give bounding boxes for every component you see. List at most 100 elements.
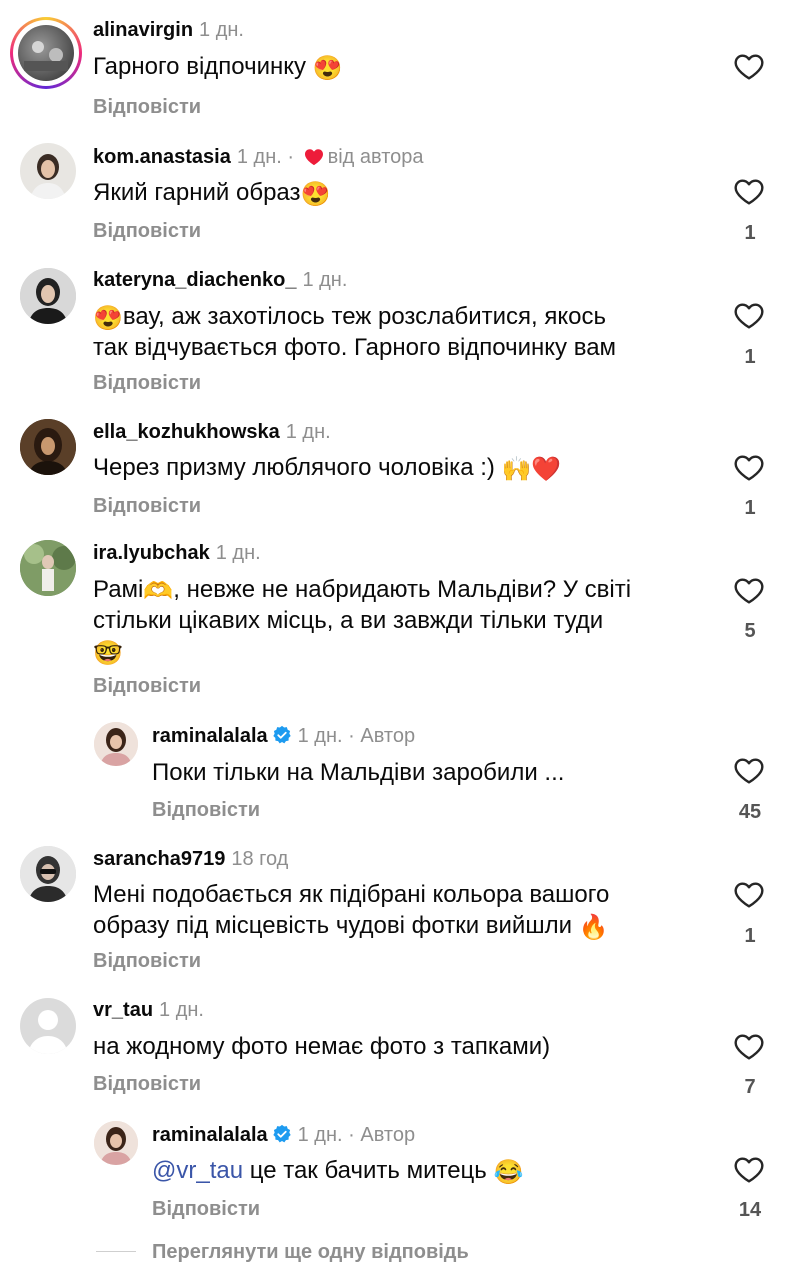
separator-dot: · xyxy=(287,146,295,168)
like-heart-icon[interactable] xyxy=(733,1154,765,1186)
avatar-photo-icon xyxy=(20,540,76,596)
avatar[interactable] xyxy=(20,998,76,1054)
reply-button[interactable]: Відповісти xyxy=(93,372,201,395)
default-avatar-icon xyxy=(20,998,76,1054)
emoji: 🙌❤️ xyxy=(501,456,562,483)
verified-badge-icon xyxy=(272,1124,291,1143)
comment-body-line-2: образу під місцевість чудові фотки вийшл… xyxy=(93,912,579,939)
comment-text: Через призму люблячого чоловіка :) 🙌❤️ xyxy=(93,452,561,483)
comment-meta: alinavirgin 1 дн. xyxy=(93,19,244,42)
like-heart-icon[interactable] xyxy=(733,1031,765,1063)
like-heart-icon[interactable] xyxy=(733,575,765,607)
like-heart-icon[interactable] xyxy=(733,755,765,787)
emoji: 🤓 xyxy=(93,640,123,667)
comment-body: Гарного відпочинку xyxy=(93,53,307,80)
timestamp: 1 дн. xyxy=(302,269,348,291)
reply-button[interactable]: Відповісти xyxy=(93,1073,201,1096)
timestamp: 1 дн. xyxy=(159,999,204,1021)
comment-text: Мені подобається як підібрані кольора ва… xyxy=(93,879,609,941)
avatar-photo-icon xyxy=(94,1121,138,1165)
like-count[interactable]: 14 xyxy=(730,1199,770,1222)
comment-body: Через призму люблячого чоловіка :) xyxy=(93,454,502,481)
timestamp: 1 дн. xyxy=(297,725,343,747)
username[interactable]: ella_kozhukhowska xyxy=(93,421,280,443)
liked-by-author-label: від автора xyxy=(327,146,424,168)
avatar[interactable] xyxy=(20,143,76,199)
emoji: 😍 xyxy=(300,181,331,208)
avatar[interactable] xyxy=(20,268,76,324)
separator-dot: · xyxy=(348,1124,355,1146)
emoji: 😂 xyxy=(493,1159,524,1186)
username[interactable]: raminalalala xyxy=(152,1124,268,1146)
like-heart-icon[interactable] xyxy=(733,300,765,332)
avatar-photo-icon xyxy=(94,722,138,766)
avatar-photo-icon xyxy=(24,41,68,71)
comment-body-line-1: , невже не набридають Мальдіви? У світі xyxy=(173,576,632,603)
liked-by-author-heart-icon xyxy=(304,149,323,166)
avatar-photo-icon xyxy=(20,846,76,902)
comment-meta: kom.anastasia 1 дн. · від автора xyxy=(93,146,424,169)
emoji: 😍 xyxy=(312,55,343,82)
reply-button[interactable]: Відповісти xyxy=(93,96,201,119)
reply-button[interactable]: Відповісти xyxy=(93,950,201,973)
comment-text: Гарного відпочинку 😍 xyxy=(93,51,343,82)
avatar[interactable] xyxy=(94,1121,138,1165)
like-count[interactable]: 1 xyxy=(730,222,770,245)
comment-body-line-1: вау, аж захотілось теж розслабитися, яко… xyxy=(122,303,607,330)
comment-meta: ira.lyubchak 1 дн. xyxy=(93,542,261,565)
username[interactable]: kateryna_diachenko_ xyxy=(93,269,296,291)
comment-text: на жодному фото немає фото з тапками) xyxy=(93,1033,551,1060)
separator-dot: · xyxy=(348,725,355,747)
author-label: Автор xyxy=(360,1124,416,1146)
view-more-divider xyxy=(96,1251,136,1252)
comment-body-line-1: Мені подобається як підібрані кольора ва… xyxy=(93,881,610,908)
comment-text: Рамі🫶, невже не набридають Мальдіви? У с… xyxy=(93,574,631,667)
like-heart-icon[interactable] xyxy=(733,51,765,83)
comment-body-line-2: так відчувається фото. Гарного відпочинк… xyxy=(93,334,617,361)
emoji: 😍 xyxy=(93,305,123,332)
like-count[interactable]: 1 xyxy=(730,925,770,948)
username[interactable]: alinavirgin xyxy=(93,19,193,41)
like-count[interactable]: 1 xyxy=(730,346,770,369)
comment-meta: ella_kozhukhowska 1 дн. xyxy=(93,421,331,444)
reply-button[interactable]: Відповісти xyxy=(93,495,201,518)
username[interactable]: ira.lyubchak xyxy=(93,542,210,564)
timestamp: 1 дн. xyxy=(199,19,244,41)
comment-text: @vr_tau це так бачить митець 😂 xyxy=(152,1155,523,1186)
mention-link[interactable]: @vr_tau xyxy=(152,1157,243,1184)
emoji: 🔥 xyxy=(578,914,609,941)
reply-button[interactable]: Відповісти xyxy=(93,220,201,243)
author-label: Автор xyxy=(360,725,416,747)
avatar-photo-icon xyxy=(20,268,76,324)
reply-button[interactable]: Відповісти xyxy=(93,675,201,698)
like-heart-icon[interactable] xyxy=(733,879,765,911)
timestamp: 18 год xyxy=(231,848,289,870)
comment-body-start: Рамі xyxy=(93,576,144,603)
avatar[interactable] xyxy=(20,540,76,596)
username[interactable]: sarancha9719 xyxy=(93,848,225,870)
reply-button[interactable]: Відповісти xyxy=(152,1198,260,1221)
username[interactable]: raminalalala xyxy=(152,725,268,747)
avatar[interactable] xyxy=(18,25,74,81)
comment-meta: raminalalala 1 дн. · Автор xyxy=(152,1124,415,1147)
view-more-replies-button[interactable]: Переглянути ще одну відповідь xyxy=(152,1241,469,1264)
username[interactable]: vr_tau xyxy=(93,999,153,1021)
like-heart-icon[interactable] xyxy=(733,176,765,208)
reply-button[interactable]: Відповісти xyxy=(152,799,260,822)
username[interactable]: kom.anastasia xyxy=(93,146,231,168)
avatar[interactable] xyxy=(20,419,76,475)
avatar-photo-icon xyxy=(30,154,66,199)
like-count[interactable]: 45 xyxy=(730,801,770,824)
like-heart-icon[interactable] xyxy=(733,452,765,484)
comment-meta: raminalalala 1 дн. · Автор xyxy=(152,725,415,748)
avatar[interactable] xyxy=(20,846,76,902)
like-count[interactable]: 7 xyxy=(730,1076,770,1099)
avatar[interactable] xyxy=(94,722,138,766)
comment-text: Який гарний образ😍 xyxy=(93,177,330,208)
comment-text: 😍вау, аж захотілось теж розслабитися, як… xyxy=(93,301,616,363)
comment-body-line-2: стільки цікавих місць, а ви завжди тільк… xyxy=(93,607,604,634)
avatar-photo-icon xyxy=(20,419,76,475)
like-count[interactable]: 1 xyxy=(730,497,770,520)
like-count[interactable]: 5 xyxy=(730,620,770,643)
comment-meta: sarancha9719 18 год xyxy=(93,848,288,871)
